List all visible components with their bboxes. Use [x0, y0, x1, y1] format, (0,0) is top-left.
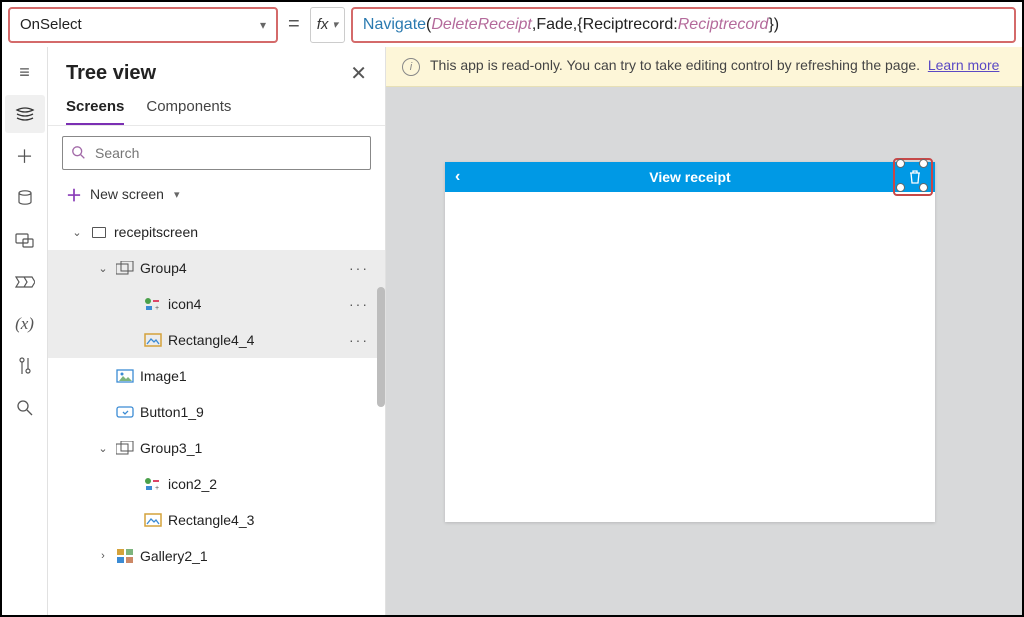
tree-row[interactable]: Image1	[48, 358, 385, 394]
scrollbar[interactable]	[377, 287, 385, 407]
learn-more-link[interactable]: Learn more	[928, 57, 1000, 73]
fx-label: fx	[317, 16, 329, 33]
panel-tabs: Screens Components	[48, 92, 385, 126]
tree-label: recepitscreen	[114, 224, 375, 240]
tree-label: Group3_1	[140, 440, 375, 456]
rail-menu-icon[interactable]: ≡	[5, 53, 45, 91]
rail-tree-icon[interactable]	[5, 95, 45, 133]
new-screen-label: New screen	[90, 186, 164, 202]
rail-media-icon[interactable]	[5, 221, 45, 259]
img-icon	[116, 367, 134, 385]
tree-label: Gallery2_1	[140, 548, 375, 564]
more-icon[interactable]: ···	[349, 296, 375, 312]
more-icon[interactable]: ···	[349, 332, 375, 348]
tree-label: icon2_2	[168, 476, 375, 492]
tree-label: Rectangle4_4	[168, 332, 343, 348]
top-bar: OnSelect ▾ = fx ▾ Navigate(DeleteReceipt…	[2, 2, 1022, 47]
rail-data-icon[interactable]	[5, 179, 45, 217]
info-icon: i	[402, 58, 420, 76]
chevron-icon: ⌄	[96, 262, 110, 275]
tree-label: Image1	[140, 368, 375, 384]
rail-insert-icon[interactable]: ＋	[5, 137, 45, 175]
back-icon[interactable]: ‹	[455, 168, 460, 186]
tree-label: icon4	[168, 296, 343, 312]
chevron-icon: ⌄	[70, 226, 84, 239]
main-area: ≡ ＋ (x) Tree view ✕ Screens Components	[2, 47, 1022, 615]
close-icon[interactable]: ✕	[350, 61, 367, 86]
svg-text:+: +	[155, 485, 159, 491]
canvas-area: i This app is read-only. You can try to …	[386, 47, 1022, 615]
equals-label: =	[284, 13, 304, 36]
tree-label: Group4	[140, 260, 343, 276]
more-icon[interactable]: ···	[349, 260, 375, 276]
tree-panel: Tree view ✕ Screens Components ＋ New scr…	[48, 47, 386, 615]
rail-search-icon[interactable]	[5, 389, 45, 427]
chevron-icon: ⌄	[96, 442, 110, 455]
app-preview: ‹ View receipt	[445, 162, 935, 522]
rail-flow-icon[interactable]	[5, 263, 45, 301]
tree-row[interactable]: ⌄ recepitscreen	[48, 214, 385, 250]
search-field[interactable]	[95, 145, 362, 161]
search-input[interactable]	[62, 136, 371, 170]
chevron-down-icon: ▾	[174, 188, 180, 201]
left-rail: ≡ ＋ (x)	[2, 47, 48, 615]
search-icon	[71, 145, 87, 161]
info-bar: i This app is read-only. You can try to …	[386, 47, 1022, 87]
fx-button[interactable]: fx ▾	[310, 7, 345, 43]
btn-icon	[116, 403, 134, 421]
trash-icon	[908, 169, 922, 185]
rect-icon	[144, 511, 162, 529]
tree-row[interactable]: › Gallery2_1	[48, 538, 385, 574]
panel-title: Tree view	[66, 62, 156, 85]
tree-list: ⌄recepitscreen⌄Group4···+icon4···Rectang…	[48, 214, 385, 615]
chevron-down-icon: ▾	[332, 18, 338, 31]
tree-row[interactable]: ⌄ Group4 ···	[48, 250, 385, 286]
delete-button[interactable]	[901, 164, 929, 190]
new-screen-button[interactable]: ＋ New screen ▾	[48, 176, 385, 214]
rail-variables-icon[interactable]: (x)	[5, 305, 45, 343]
svg-text:+: +	[155, 305, 159, 311]
formula-bar[interactable]: Navigate(DeleteReceipt,Fade,{Reciptrecor…	[351, 7, 1016, 43]
tree-row[interactable]: Button1_9	[48, 394, 385, 430]
tree-row[interactable]: ⌄ Group3_1	[48, 430, 385, 466]
tree-row[interactable]: + icon2_2	[48, 466, 385, 502]
info-text: This app is read-only. You can try to ta…	[430, 57, 999, 73]
chevron-down-icon: ▾	[260, 18, 266, 32]
tree-label: Button1_9	[140, 404, 375, 420]
rail-tools-icon[interactable]	[5, 347, 45, 385]
tree-row[interactable]: Rectangle4_4 ···	[48, 322, 385, 358]
app-header: ‹ View receipt	[445, 162, 935, 192]
tree-label: Rectangle4_3	[168, 512, 375, 528]
chevron-icon: ›	[96, 550, 110, 562]
group-icon	[116, 439, 134, 457]
group-icon	[116, 259, 134, 277]
tab-screens[interactable]: Screens	[66, 98, 124, 125]
property-name: OnSelect	[20, 16, 82, 33]
mix-icon: +	[144, 295, 162, 313]
mix-icon: +	[144, 475, 162, 493]
app-title: View receipt	[649, 169, 730, 185]
tree-row[interactable]: + icon4 ···	[48, 286, 385, 322]
property-selector[interactable]: OnSelect ▾	[8, 7, 278, 43]
gal-icon	[116, 547, 134, 565]
rect-icon	[144, 331, 162, 349]
screen-icon	[90, 223, 108, 241]
plus-icon: ＋	[66, 182, 82, 206]
tab-components[interactable]: Components	[146, 98, 231, 125]
tree-row[interactable]: Rectangle4_3	[48, 502, 385, 538]
